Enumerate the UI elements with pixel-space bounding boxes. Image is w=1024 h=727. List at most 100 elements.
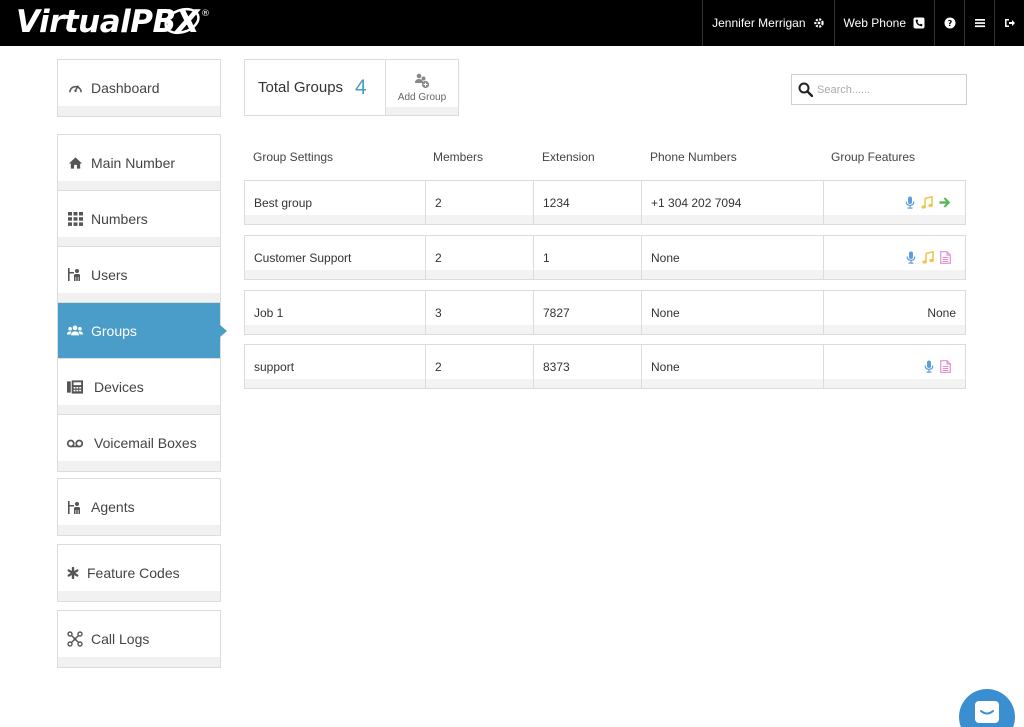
add-group-button[interactable]: Add Group xyxy=(386,60,458,115)
group-features-none: None xyxy=(927,305,956,320)
group-extension: 1 xyxy=(543,250,550,265)
sidebar-item-label: Numbers xyxy=(91,210,148,227)
music-icon[interactable] xyxy=(922,251,934,264)
group-name[interactable]: Customer Support xyxy=(254,236,351,279)
sidebar-item-agents[interactable]: Agents xyxy=(58,479,220,535)
table-row[interactable]: Best group 2 1234 +1 304 202 7094 xyxy=(244,180,966,225)
header-phone-numbers[interactable]: Phone Numbers xyxy=(650,150,737,164)
header-group-settings[interactable]: Group Settings xyxy=(253,150,333,164)
group-icon xyxy=(67,325,83,336)
help-button[interactable]: ? xyxy=(934,0,964,46)
document-icon[interactable] xyxy=(940,251,951,264)
phone-icon xyxy=(913,17,925,29)
sidebar-item-feature-codes[interactable]: Feature Codes xyxy=(58,545,220,601)
logout-icon xyxy=(1004,19,1015,27)
table-row[interactable]: Job 1 3 7827 None None xyxy=(244,290,966,335)
search-box[interactable] xyxy=(791,74,967,105)
mic-icon[interactable] xyxy=(906,251,916,264)
sidebar-item-voicemail-boxes[interactable]: Voicemail Boxes xyxy=(58,415,220,471)
fax-icon xyxy=(67,379,83,394)
total-groups-panel: Total Groups 4 Add Group xyxy=(244,59,459,116)
header-extension[interactable]: Extension xyxy=(542,150,595,164)
sidebar-item-label: Voicemail Boxes xyxy=(94,435,197,451)
sidebar-item-numbers[interactable]: Numbers xyxy=(58,191,220,247)
group-phone-number: None xyxy=(651,359,680,374)
group-phone-number: None xyxy=(651,305,680,320)
grid-icon xyxy=(67,211,83,226)
virtualpbx-logo[interactable]: VirtualPBX ® xyxy=(16,2,210,42)
table-row[interactable]: support 2 8373 None xyxy=(244,344,966,389)
call-logs-icon xyxy=(67,631,83,647)
voicemail-icon xyxy=(67,439,83,447)
sidebar-item-users[interactable]: Users xyxy=(58,247,220,303)
help-icon: ? xyxy=(944,17,955,29)
group-features xyxy=(906,236,951,279)
logout-button[interactable] xyxy=(994,0,1024,46)
group-members: 2 xyxy=(435,250,442,265)
svg-text:?: ? xyxy=(947,19,952,28)
group-name[interactable]: Best group xyxy=(254,181,312,224)
sidebar-feature-codes-card: Feature Codes xyxy=(57,544,221,602)
group-phone-number: None xyxy=(651,250,680,265)
group-extension: 8373 xyxy=(543,359,570,374)
sidebar-item-label: Devices xyxy=(94,378,144,395)
top-navigation-bar: VirtualPBX ® Jennifer Merrigan Web Phone … xyxy=(0,0,1024,46)
group-members: 2 xyxy=(435,195,442,210)
sidebar-item-label: Call Logs xyxy=(91,631,150,647)
sidebar-item-main-number[interactable]: Main Number xyxy=(58,135,220,191)
menu-button[interactable] xyxy=(964,0,994,46)
sidebar-agents-card: Agents xyxy=(57,478,221,536)
forward-arrow-icon[interactable] xyxy=(939,197,951,208)
group-members: 3 xyxy=(435,305,442,320)
user-menu[interactable]: Jennifer Merrigan xyxy=(702,0,833,46)
sidebar-item-label: Users xyxy=(91,266,128,283)
sidebar-item-label: Dashboard xyxy=(91,80,160,96)
add-group-icon xyxy=(415,73,430,88)
document-icon[interactable] xyxy=(940,360,951,373)
search-icon xyxy=(798,82,813,97)
asterisk-icon xyxy=(67,567,79,579)
header-group-features[interactable]: Group Features xyxy=(831,150,915,164)
sidebar-item-label: Agents xyxy=(91,499,135,515)
group-name[interactable]: support xyxy=(254,345,294,388)
chat-icon xyxy=(975,701,999,723)
sidebar-item-label: Main Number xyxy=(91,154,176,171)
header-members[interactable]: Members xyxy=(433,150,483,164)
mic-icon[interactable] xyxy=(905,196,915,209)
table-row[interactable]: Customer Support 2 1 None xyxy=(244,235,966,280)
group-features xyxy=(905,181,951,224)
total-groups-summary: Total Groups 4 xyxy=(245,60,386,115)
total-groups-label: Total Groups xyxy=(258,79,344,96)
sidebar-item-devices[interactable]: Devices xyxy=(58,359,220,415)
web-phone-label: Web Phone xyxy=(843,16,907,30)
menu-icon xyxy=(974,19,985,28)
total-groups-count: 4 xyxy=(355,75,367,99)
gear-icon xyxy=(813,18,824,28)
chat-launcher-button[interactable] xyxy=(959,689,1015,727)
sidebar-item-label: Groups xyxy=(91,322,137,339)
sidebar-item-call-logs[interactable]: Call Logs xyxy=(58,611,220,667)
web-phone-button[interactable]: Web Phone xyxy=(833,0,935,46)
logo-swoosh-icon xyxy=(164,7,200,35)
home-icon xyxy=(68,156,82,169)
group-extension: 7827 xyxy=(543,305,570,320)
music-icon[interactable] xyxy=(921,196,933,209)
sidebar-item-label: Feature Codes xyxy=(87,565,180,581)
sidebar-main-card: Main Number Numbers Users Groups Devices… xyxy=(57,134,227,472)
dashboard-icon xyxy=(68,84,82,92)
group-members: 2 xyxy=(435,359,442,374)
sidebar-item-dashboard[interactable]: Dashboard xyxy=(58,60,220,116)
group-features xyxy=(924,345,951,388)
logo-text-virtual: Virtual xyxy=(16,4,131,40)
sidebar-dashboard-card: Dashboard xyxy=(57,59,221,117)
mic-icon[interactable] xyxy=(924,360,934,373)
group-name[interactable]: Job 1 xyxy=(254,291,283,334)
groups-table-header: Group Settings Members Extension Phone N… xyxy=(244,146,966,168)
agents-icon xyxy=(68,500,80,514)
users-icon xyxy=(68,268,80,281)
group-extension: 1234 xyxy=(543,195,570,210)
user-name: Jennifer Merrigan xyxy=(712,16,806,30)
search-input[interactable] xyxy=(817,83,957,96)
sidebar-item-groups[interactable]: Groups xyxy=(58,303,227,359)
group-features: None xyxy=(927,291,956,334)
